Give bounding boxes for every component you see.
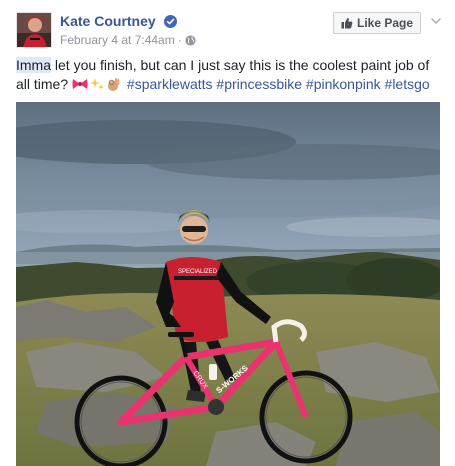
hashtag[interactable]: #princessbike: [216, 76, 302, 92]
avatar-image: [17, 13, 51, 47]
post-photo[interactable]: SPECIALIZED S-WORKS CRUX: [16, 102, 440, 466]
sparkles-icon: [90, 78, 105, 90]
bow-emoji-icon: [72, 79, 88, 89]
like-page-label: Like Page: [356, 16, 414, 30]
author-row: Kate Courtney: [60, 13, 178, 31]
author-name[interactable]: Kate Courtney: [60, 13, 156, 29]
globe-icon[interactable]: [185, 35, 196, 46]
chevron-down-icon[interactable]: [429, 14, 443, 28]
post-header: Kate Courtney February 4 at 7:44am · Like…: [16, 12, 445, 52]
post-text: Imma let you finish, but can I just say …: [16, 56, 441, 94]
cyclist-photo: SPECIALIZED S-WORKS CRUX: [16, 102, 440, 466]
hashtag[interactable]: #letsgo: [385, 76, 430, 92]
thumbs-up-icon: [341, 17, 353, 29]
hashtag[interactable]: #sparklewatts: [127, 76, 213, 92]
post-meta: February 4 at 7:44am ·: [60, 33, 196, 47]
avatar[interactable]: [16, 12, 52, 48]
post-timestamp[interactable]: February 4 at 7:44am: [60, 33, 175, 47]
hashtag[interactable]: #pinkonpink: [306, 76, 381, 92]
verified-badge-icon: [164, 15, 178, 28]
like-page-button[interactable]: Like Page: [333, 12, 421, 34]
ok-hand-icon: [108, 78, 120, 91]
facebook-post: Kate Courtney February 4 at 7:44am · Like…: [0, 0, 455, 466]
jersey-logo: SPECIALIZED: [178, 269, 218, 275]
meta-separator: ·: [177, 33, 182, 47]
mention[interactable]: Imma: [16, 57, 51, 73]
